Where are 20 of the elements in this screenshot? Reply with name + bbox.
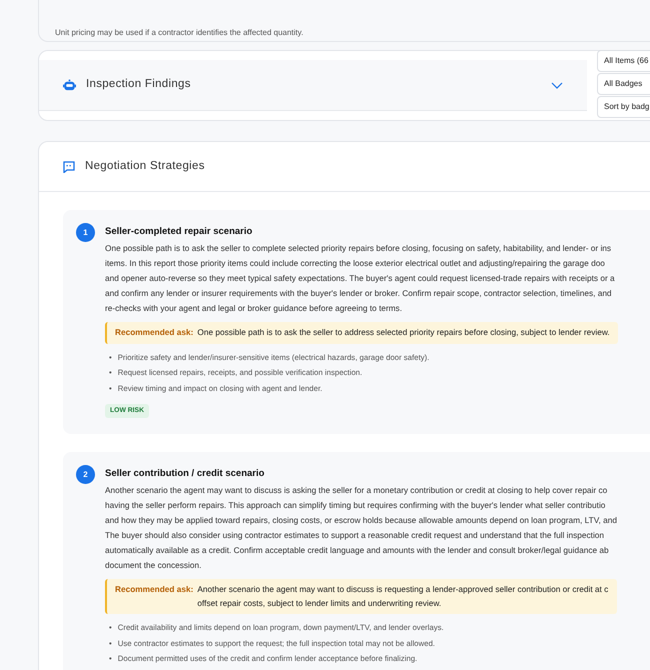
strategy-paragraph: Another scenario the agent may want to discuss is asking the seller for a monetary contribution or credit at closing to help cover repair co having the seller perform repairs. This approach can simplify timing but requires confirming with the buyer's lender what seller contributio and how they may be applied toward repairs, closing costs, or escrow holds because allowable amounts depend on loan program, LTV, and The buyer should also consider using contractor estimates to support a reasonable credit request and understand that the full inspection automatically available as a credit. Confirm acceptable credit language and amounts with the lender and consult broker/legal guidance ab document the concession. <box>105 484 617 572</box>
filter-dropdown[interactable]: Sort by badg <box>597 96 650 118</box>
section-title: Negotiation Strategies <box>85 158 205 174</box>
chevron-icon[interactable] <box>551 80 563 90</box>
ask-label: Recommended ask: <box>115 326 194 339</box>
filter-dropdown[interactable]: All Badges <box>597 73 650 95</box>
chat-icon <box>63 160 75 172</box>
section-title: Inspection Findings <box>86 77 191 92</box>
step-number: 1 <box>76 223 95 242</box>
filter-dropdown[interactable]: All Items (66 <box>597 50 650 72</box>
note-text: Unit pricing may be used if a contractor identifies the affected quantity. <box>55 27 304 39</box>
ask-label: Recommended ask: <box>115 583 194 596</box>
robot-icon <box>63 78 76 92</box>
strategy-title: Seller contribution / credit scenario <box>105 467 266 481</box>
findings-header[interactable]: Inspection Findings <box>39 60 587 111</box>
ask-text: One possible path is to ask the seller to address selected priority repairs before closing, subject to lender review. <box>197 326 610 339</box>
strategy-paragraph: One possible path is to ask the seller to complete selected priority repairs before closing, focusing on safety, habitability, and lender- or ins items. In this report those priority items could include correcting the loose exterior electrical outlet and adjusting/repairing the garage doo and opener auto-reverse so they meet typical safety expectations. The buyer's agent could request licensed-trade repairs with receipts or a and confirm any lender or insurer requirements with the buyer's lender or broker. Confirm repair scope, contractor selection, timelines, and re-checks with your agent and legal or broker guidance before agreeing to terms. <box>105 242 616 315</box>
strategy-title: Seller-completed repair scenario <box>105 225 254 239</box>
ask-text: Another scenario the agent may want to discuss is requesting a lender-approved seller contribution or credit at c offset repair costs, subject to lender limits and underwriting review. <box>197 583 608 610</box>
step-number: 2 <box>76 465 95 484</box>
